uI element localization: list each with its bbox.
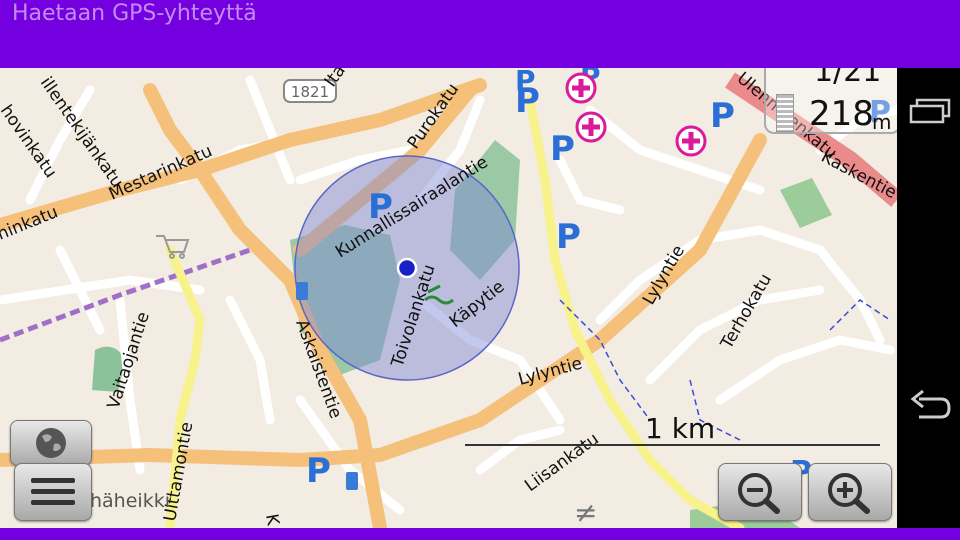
zoom-in-button[interactable] [808,463,892,521]
bottom-status-strip [0,528,960,540]
map-view[interactable]: 1821 P P P P P P P P P P [0,68,897,528]
navigation-hud: 1/21 218 m [764,54,901,134]
map-canvas[interactable]: 1821 P P P P P P P P P P [0,68,897,528]
system-nav-bar [897,68,960,528]
status-bar: Haetaan GPS-yhteyttä [0,0,960,68]
zoom-out-button[interactable] [718,463,802,521]
globe-button[interactable] [10,420,92,466]
back-button[interactable] [903,381,955,433]
back-arrow-icon [910,389,951,419]
parking-icon: P [556,217,581,257]
location-dot-icon [396,257,418,279]
not-equal-icon: ≠ [574,496,597,528]
road-shield-label: 1821 [291,83,329,101]
parking-icon: P [515,68,536,97]
hud-distance-value: 218 [809,94,874,134]
globe-icon [36,428,66,458]
gps-status-text: Haetaan GPS-yhteyttä [12,1,257,26]
parking-icon: P [306,451,331,491]
street-label-partial: häheikki [90,490,170,512]
scale-label: 1 km [645,412,716,445]
parking-icon: P [710,96,735,136]
scale-bar: 1 km [465,412,880,448]
parking-icon: P [550,129,575,169]
zoom-in-icon [828,473,870,514]
recent-apps-icon [909,98,951,124]
zoom-out-icon [738,473,780,514]
menu-button[interactable] [14,463,92,521]
hud-distance-unit: m [872,110,892,134]
recent-apps-button[interactable] [903,84,955,136]
hamburger-menu-icon [31,478,75,506]
signal-icon [776,94,794,132]
